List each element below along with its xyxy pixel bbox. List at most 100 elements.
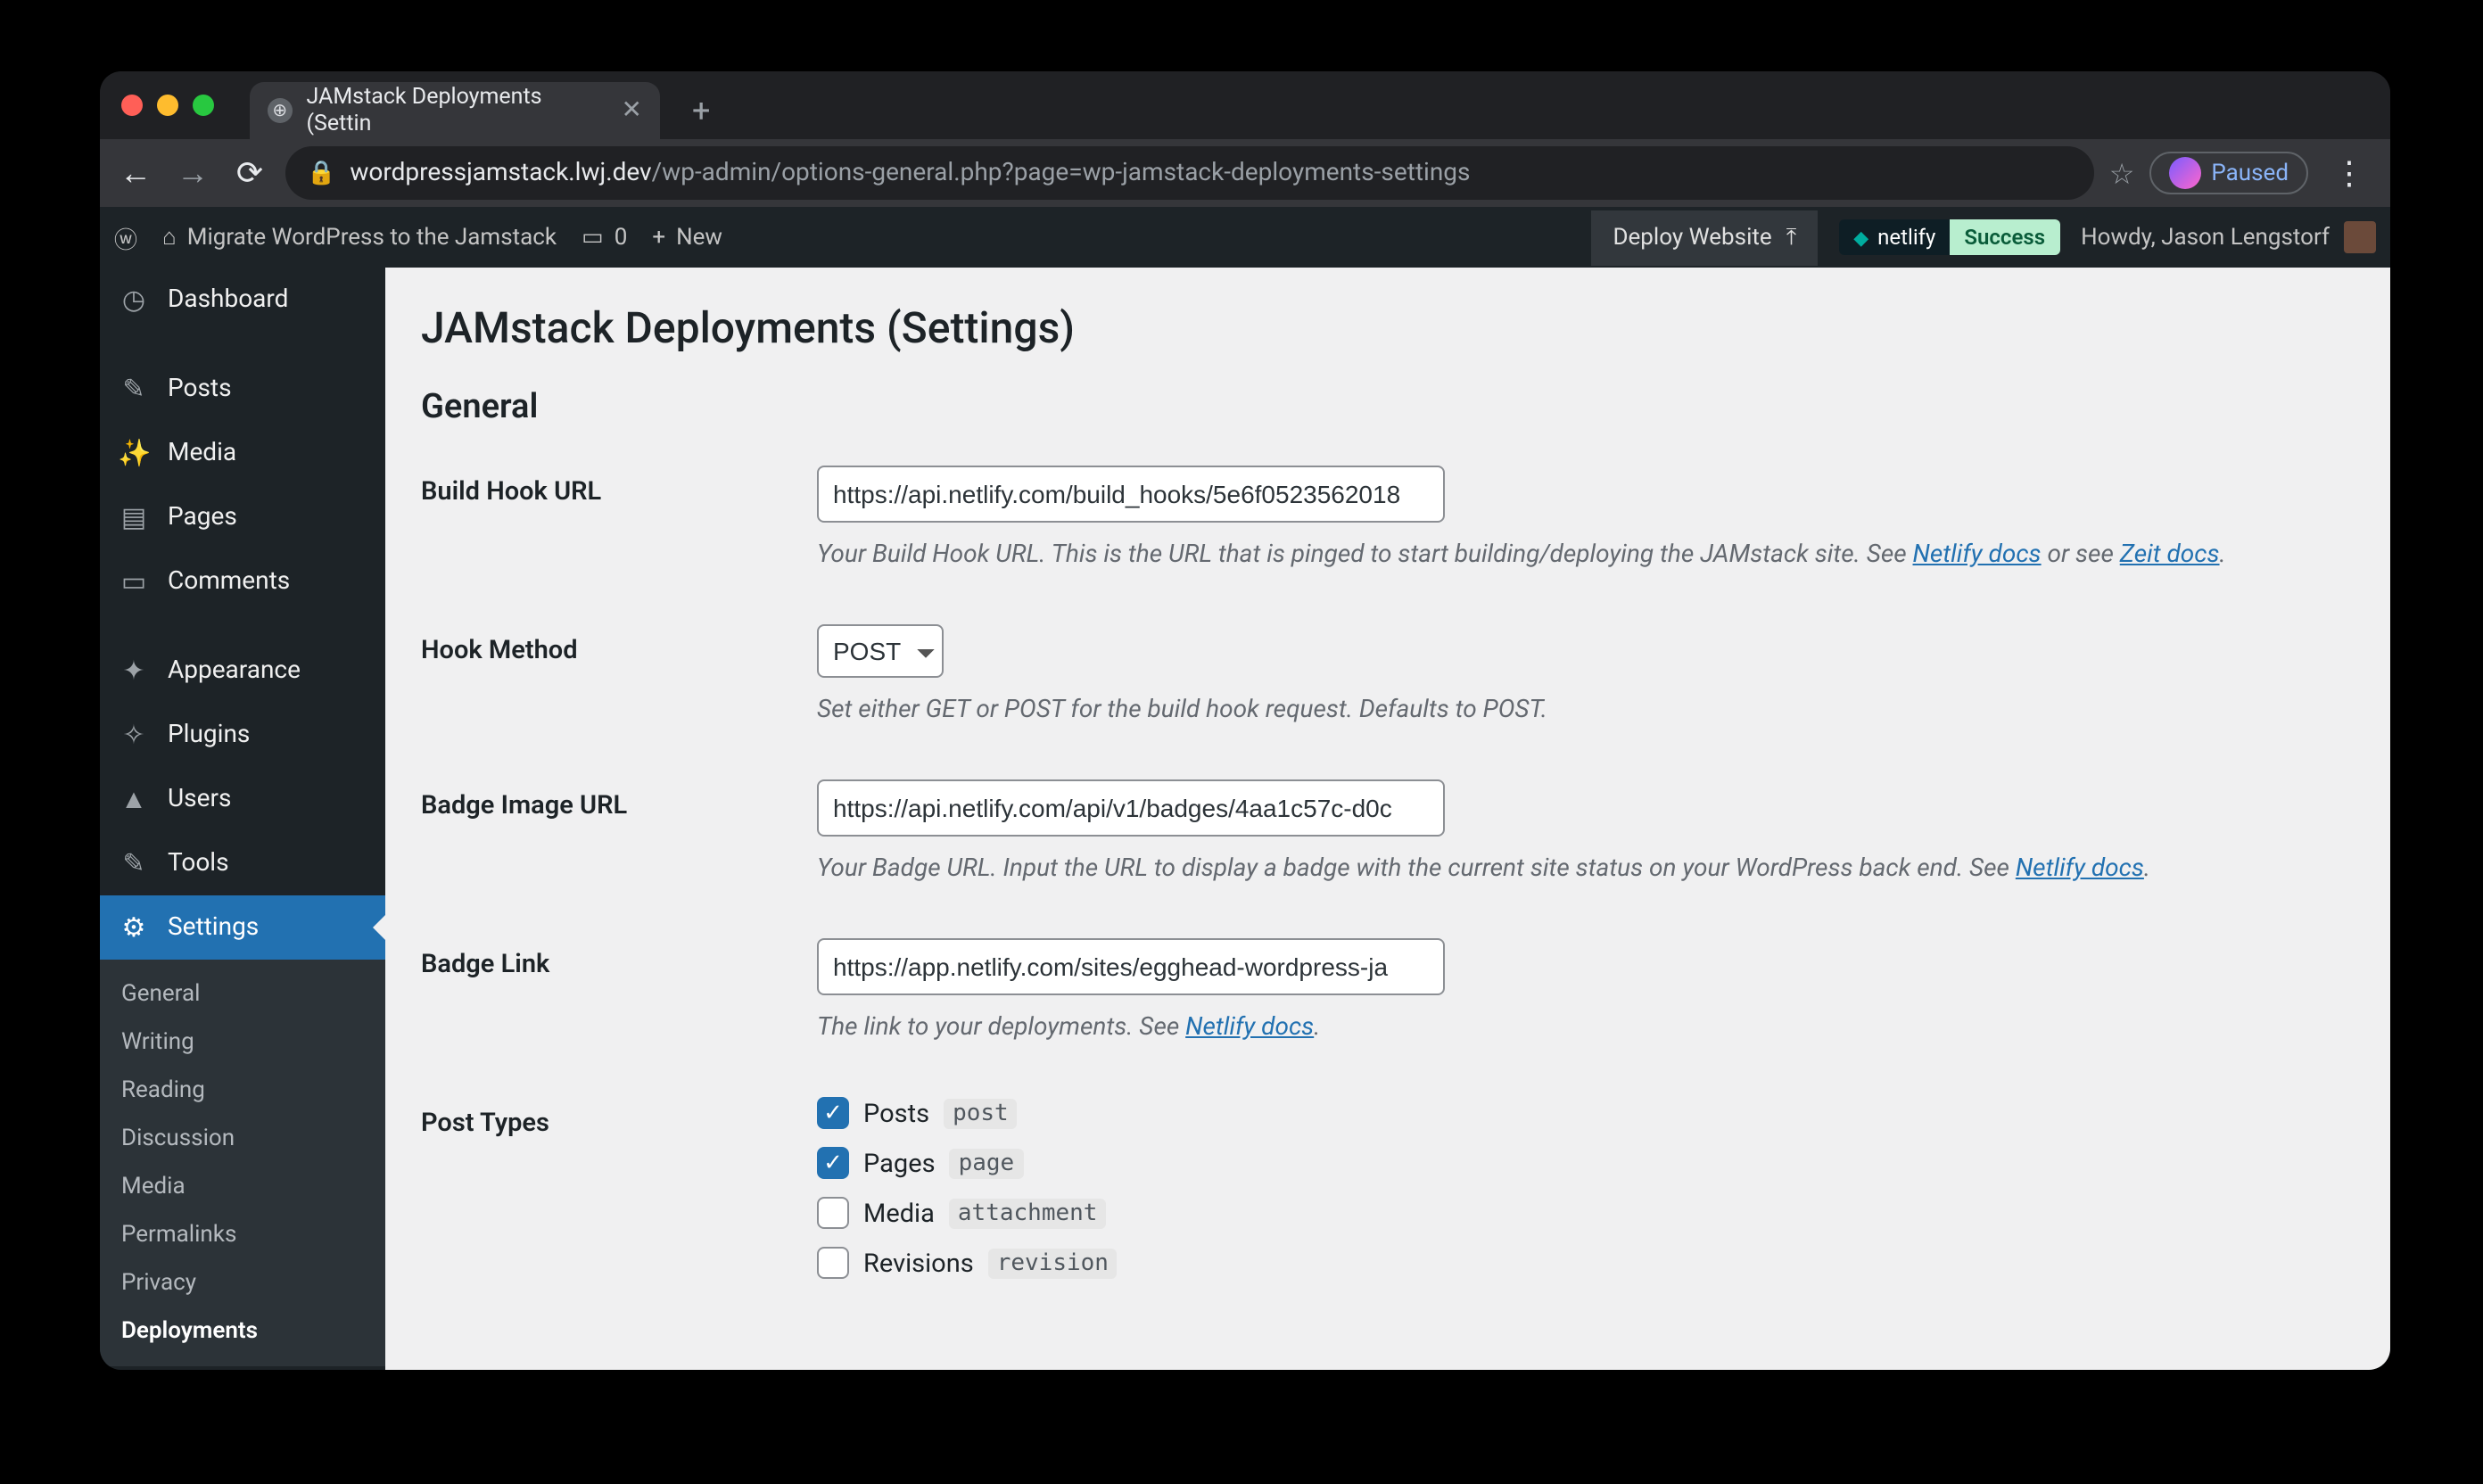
upload-icon: ⤒: [1786, 224, 1797, 251]
option-slug: revision: [988, 1248, 1118, 1278]
section-heading-general: General: [421, 385, 2355, 426]
pages-icon: ▤: [118, 501, 150, 533]
browser-menu-icon[interactable]: ⋮: [2322, 154, 2376, 192]
sidebar-item-plugins[interactable]: ✧Plugins: [100, 703, 385, 767]
sidebar-item-label: Appearance: [168, 656, 301, 685]
submenu-item-discussion[interactable]: Discussion: [100, 1115, 385, 1163]
new-label: New: [676, 224, 722, 251]
sidebar-item-label: Tools: [168, 849, 229, 878]
browser-tab[interactable]: ⊕ JAMstack Deployments (Settin ✕: [250, 82, 660, 139]
close-window-icon[interactable]: [121, 95, 143, 116]
checkbox-unchecked-icon[interactable]: [817, 1197, 849, 1229]
submenu-item-media[interactable]: Media: [100, 1163, 385, 1211]
submenu-item-privacy[interactable]: Privacy: [100, 1259, 385, 1307]
sidebar-item-label: Users: [168, 785, 231, 813]
checkbox-checked-icon[interactable]: ✓: [817, 1097, 849, 1129]
plus-icon: +: [652, 224, 665, 251]
submenu-item-reading[interactable]: Reading: [100, 1067, 385, 1115]
netlify-docs-link[interactable]: Netlify docs: [1913, 540, 2042, 569]
sidebar-item-posts[interactable]: ✎ Posts: [100, 357, 385, 421]
netlify-logo-icon: ◆: [1853, 226, 1868, 249]
back-button[interactable]: ←: [114, 154, 157, 192]
site-home-link[interactable]: ⌂ Migrate WordPress to the Jamstack: [162, 223, 557, 251]
sidebar-item-media[interactable]: ✨Media: [100, 421, 385, 485]
field-label: Badge Image URL: [421, 779, 817, 820]
netlify-brand: netlify: [1877, 225, 1935, 250]
post-type-option[interactable]: ✓Posts post: [817, 1097, 2280, 1129]
sidebar-item-comments[interactable]: ▭Comments: [100, 549, 385, 614]
badge-link-input[interactable]: [817, 938, 1445, 995]
sidebar-item-dashboard[interactable]: ◷Dashboard: [100, 268, 385, 332]
sidebar-item-label: Pages: [168, 503, 237, 532]
address-bar[interactable]: 🔒 wordpressjamstack.lwj.dev/wp-admin/opt…: [285, 146, 2095, 200]
netlify-status-badge[interactable]: ◆ netlify Success: [1839, 219, 2059, 255]
option-label: Pages: [863, 1148, 936, 1178]
tools-icon: ✎: [118, 847, 150, 879]
forward-button[interactable]: →: [171, 154, 214, 192]
sidebar-item-label: Comments: [168, 567, 290, 596]
field-description: Set either GET or POST for the build hoo…: [817, 692, 2280, 730]
checkbox-checked-icon[interactable]: ✓: [817, 1147, 849, 1179]
howdy-text: Howdy, Jason Lengstorf: [2081, 224, 2330, 251]
bookmark-icon[interactable]: ☆: [2109, 156, 2135, 190]
submenu-item-general[interactable]: General: [100, 970, 385, 1018]
profile-paused-pill[interactable]: Paused: [2149, 152, 2308, 194]
sidebar-item-pages[interactable]: ▤ Pages: [100, 485, 385, 549]
tab-title: JAMstack Deployments (Settin: [307, 84, 607, 137]
site-title: Migrate WordPress to the Jamstack: [187, 224, 557, 251]
lock-icon: 🔒: [307, 160, 335, 186]
checkbox-unchecked-icon[interactable]: [817, 1247, 849, 1279]
sidebar-item-appearance[interactable]: ✦ Appearance: [100, 639, 385, 703]
submenu-item-writing[interactable]: Writing: [100, 1018, 385, 1067]
maximize-window-icon[interactable]: [193, 95, 214, 116]
content-area: JAMstack Deployments (Settings) General …: [385, 268, 2390, 1370]
url-path: /wp-admin/options-general.php?page=wp-ja…: [652, 159, 1471, 187]
badge-image-url-input[interactable]: [817, 779, 1445, 837]
sidebar-item-label: Dashboard: [168, 285, 288, 314]
tab-close-icon[interactable]: ✕: [622, 96, 642, 125]
field-badge-link: Badge Link The link to your deployments.…: [421, 938, 2355, 1047]
pin-icon: ✎: [118, 373, 150, 405]
post-type-option[interactable]: ✓ Pages page: [817, 1147, 2280, 1179]
build-hook-url-input[interactable]: [817, 466, 1445, 523]
field-label: Post Types: [421, 1097, 817, 1138]
submenu-item-permalinks[interactable]: Permalinks: [100, 1211, 385, 1259]
option-slug: page: [950, 1148, 1024, 1178]
new-tab-button[interactable]: +: [674, 92, 728, 129]
titlebar: ⊕ JAMstack Deployments (Settin ✕ +: [100, 71, 2390, 139]
option-slug: attachment: [949, 1198, 1107, 1228]
zeit-docs-link[interactable]: Zeit docs: [2120, 540, 2220, 569]
wp-logo-icon[interactable]: ⓦ: [114, 220, 137, 254]
tab-favicon: ⊕: [268, 98, 293, 123]
post-types-checklist: ✓Posts post ✓ Pages page Media attachment…: [817, 1097, 2280, 1297]
minimize-window-icon[interactable]: [157, 95, 178, 116]
deploy-label: Deploy Website: [1613, 224, 1771, 251]
netlify-docs-link[interactable]: Netlify docs: [2016, 854, 2144, 883]
hook-method-select[interactable]: POST: [817, 624, 944, 678]
netlify-docs-link[interactable]: Netlify docs: [1185, 1013, 1314, 1042]
appearance-icon: ✦: [118, 655, 150, 687]
netlify-status: Success: [1950, 219, 2059, 255]
wp-admin-bar: ⓦ ⌂ Migrate WordPress to the Jamstack ▭ …: [100, 207, 2390, 268]
field-post-types: Post Types ✓Posts post ✓ Pages page Media…: [421, 1097, 2355, 1297]
field-hook-method: Hook Method POST Set either GET or POST …: [421, 624, 2355, 730]
submenu-item-deployments[interactable]: Deployments: [100, 1307, 385, 1356]
toolbar: ← → ⟳ 🔒 wordpressjamstack.lwj.dev/wp-adm…: [100, 139, 2390, 207]
sidebar-item-users[interactable]: ▲Users: [100, 767, 385, 831]
window-controls: [121, 95, 214, 116]
sidebar-item-settings[interactable]: ⚙Settings: [100, 895, 385, 960]
field-description: Your Badge URL. Input the URL to display…: [817, 851, 2280, 888]
new-content-link[interactable]: + New: [652, 224, 722, 251]
account-link[interactable]: Howdy, Jason Lengstorf: [2081, 221, 2376, 253]
comments-link[interactable]: ▭ 0: [582, 224, 627, 251]
sidebar-item-label: Posts: [168, 375, 232, 403]
sidebar-item-label: Settings: [168, 913, 259, 942]
post-type-option[interactable]: Media attachment: [817, 1197, 2280, 1229]
post-type-option[interactable]: Revisions revision: [817, 1247, 2280, 1279]
deploy-website-button[interactable]: Deploy Website ⤒: [1591, 210, 1818, 265]
reload-button[interactable]: ⟳: [228, 154, 271, 192]
sidebar-item-tools[interactable]: ✎ Tools: [100, 831, 385, 895]
field-label: Badge Link: [421, 938, 817, 979]
option-label: Revisions: [863, 1248, 974, 1278]
comment-icon: ▭: [582, 224, 604, 251]
